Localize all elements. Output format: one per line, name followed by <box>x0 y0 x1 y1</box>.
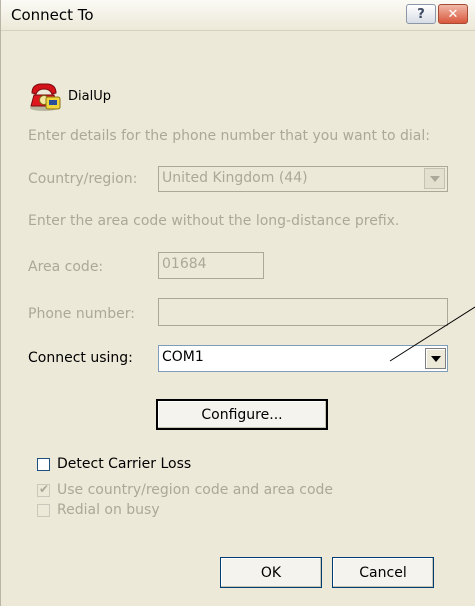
close-button[interactable]: ✕ <box>438 4 468 24</box>
country-dropdown-button <box>424 168 445 189</box>
phone-number-field <box>158 298 448 326</box>
area-instructions: Enter the area code without the long-dis… <box>28 213 400 229</box>
detect-carrier-label: Detect Carrier Loss <box>57 456 192 472</box>
configure-button-label: Configure... <box>201 406 283 423</box>
configure-button[interactable]: Configure... <box>156 399 328 430</box>
detect-carrier-checkbox[interactable] <box>37 458 50 471</box>
ok-button[interactable]: OK <box>220 557 322 588</box>
connect-using-label: Connect using: <box>28 350 133 366</box>
connection-name: DialUp <box>68 89 111 104</box>
area-code-field: 01684 <box>158 252 264 279</box>
use-country-checkbox: ✔ <box>37 482 50 497</box>
chevron-down-icon <box>430 355 441 362</box>
redial-checkbox <box>37 504 50 517</box>
checkmark-icon: ✔ <box>39 482 50 496</box>
phone-number-label: Phone number: <box>28 306 135 322</box>
connect-to-dialog: Connect To ? ✕ DialUp Enter details for … <box>0 0 475 606</box>
area-code-value: 01684 <box>162 256 207 272</box>
chevron-down-icon <box>429 175 440 182</box>
close-icon: ✕ <box>447 6 459 22</box>
phone-instructions: Enter details for the phone number that … <box>28 128 430 144</box>
connect-using-select[interactable]: COM1 <box>158 345 448 372</box>
connect-using-dropdown-button[interactable] <box>425 348 446 369</box>
country-value: United Kingdom (44) <box>162 170 308 186</box>
title-bar[interactable]: Connect To ? ✕ <box>1 0 475 31</box>
country-select: United Kingdom (44) <box>158 166 448 192</box>
country-label: Country/region: <box>28 171 138 187</box>
help-icon: ? <box>417 6 425 22</box>
help-button[interactable]: ? <box>406 4 436 24</box>
ok-button-label: OK <box>260 564 282 581</box>
redial-label: Redial on busy <box>57 502 160 518</box>
cancel-button[interactable]: Cancel <box>332 557 434 588</box>
use-country-label: Use country/region code and area code <box>57 482 334 498</box>
cancel-button-label: Cancel <box>359 564 407 581</box>
area-code-label: Area code: <box>28 259 104 275</box>
window-title: Connect To <box>11 6 94 24</box>
connect-using-value: COM1 <box>162 349 204 365</box>
phone-icon <box>30 83 61 111</box>
